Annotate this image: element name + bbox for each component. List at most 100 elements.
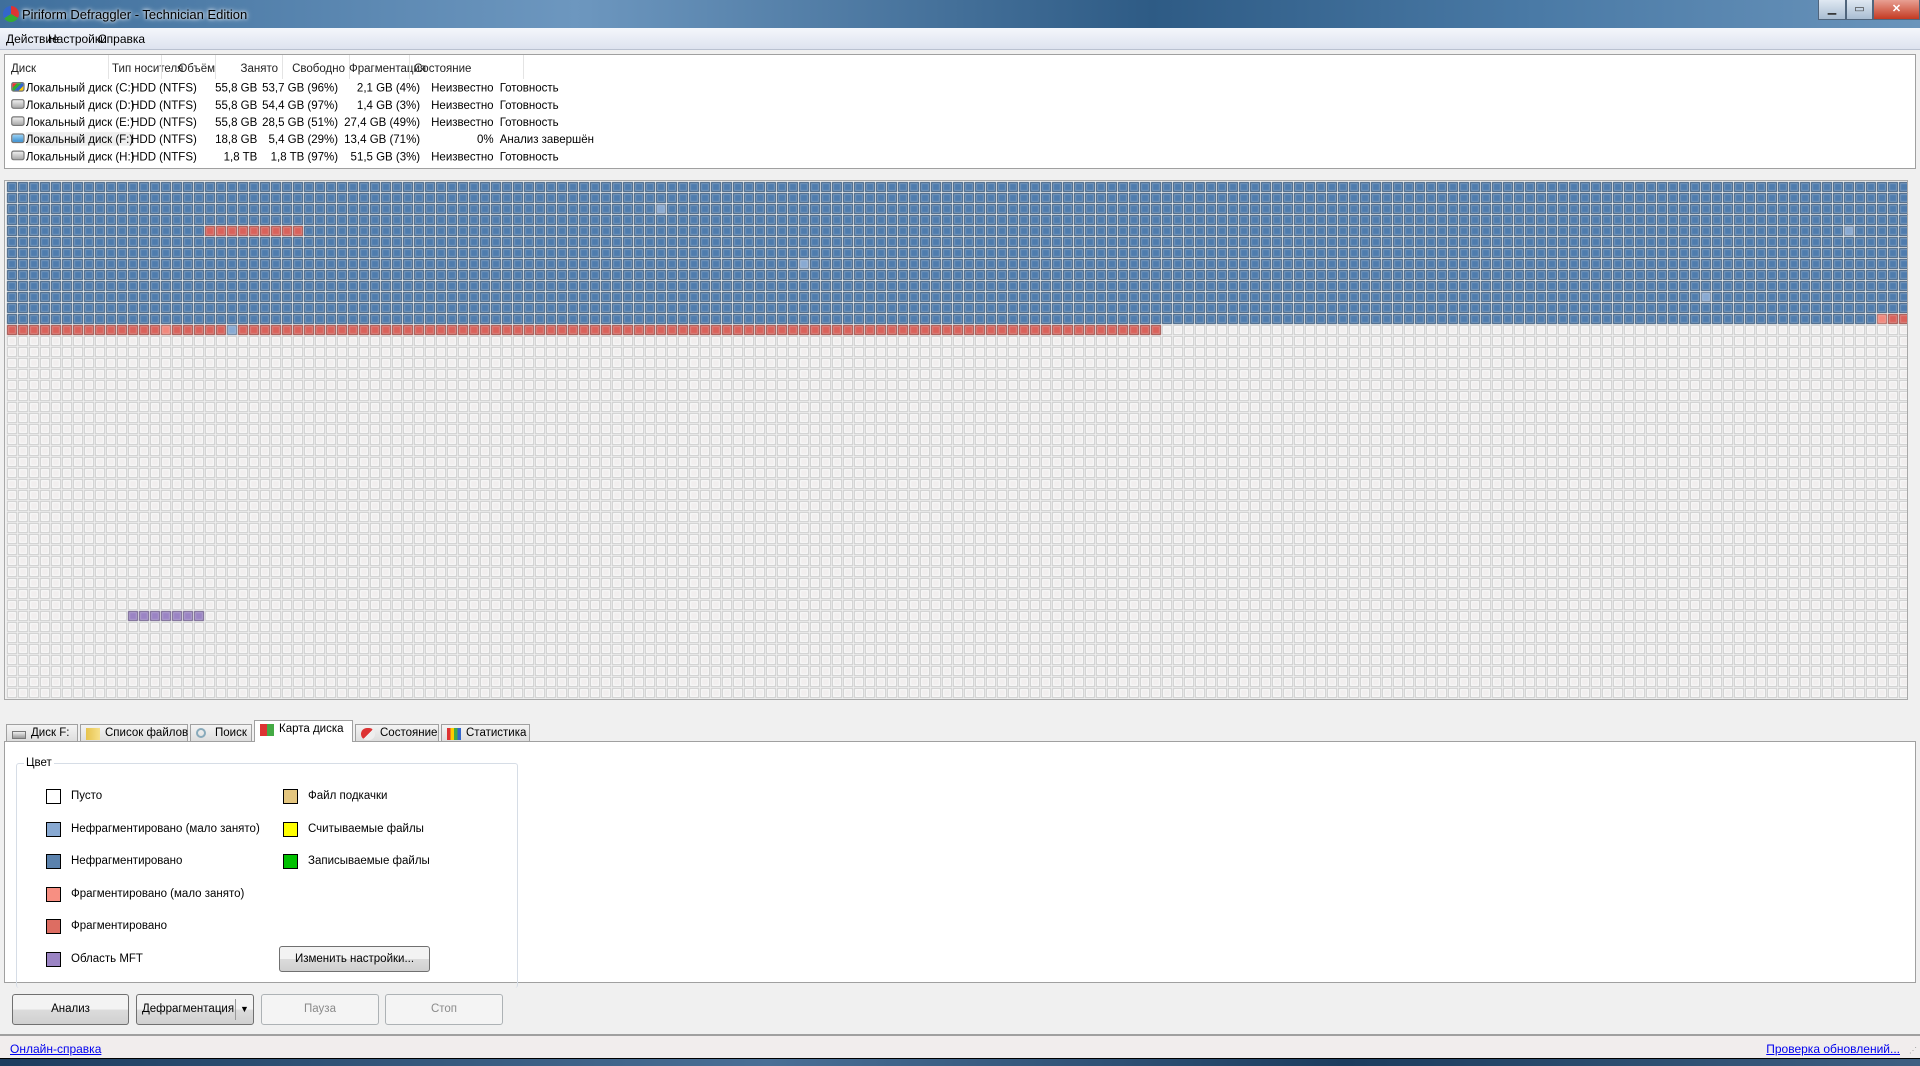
menu-bar: Действие Настройки Справка [0,28,1920,50]
analyze-button[interactable]: Анализ [12,994,129,1025]
legend-label: Область MFT [71,952,143,965]
maximize-button[interactable]: ▭ [1846,0,1873,20]
legend-label: Фрагментировано (мало занято) [71,887,245,900]
drive-type: HDD (NTFS) [131,131,197,146]
drive-name: Локальный диск (D:) [25,97,135,111]
tab-bar-chart[interactable]: Статистика [441,724,530,742]
change-settings-button[interactable]: Изменить настройки... [279,946,430,972]
chevron-down-icon[interactable]: ▼ [235,999,253,1020]
drive-free: 1,4 GB (3%) [356,97,421,111]
drive-type: HDD (NTFS) [131,114,197,128]
tab-label: Состояние [380,727,438,739]
drive-type: HDD (NTFS) [131,97,197,111]
window-title: Piriform Defraggler - Technician Edition [22,7,248,22]
legend-swatch [46,951,61,967]
defrag-label: Дефрагментация [142,1003,235,1015]
disk-map [4,180,1908,700]
tab-label: Поиск [215,727,247,739]
legend-label: Файл подкачки [308,790,388,802]
drive-used: 54,4 GB (97%) [262,97,339,111]
legend-label: Записываемые файлы [308,855,430,867]
drive-icon [11,115,25,126]
drive-fragmentation: Неизвестно [431,148,494,163]
disk-map-tab-panel: Цвет Пусто Нефрагментировано (мало занято… [4,741,1916,988]
drive-used: 53,7 GB (96%) [262,80,339,94]
drive-size: 18,8 GB [215,131,258,146]
drive-row[interactable]: Локальный диск (H:) HDD (NTFS) 1,8 TB 1,… [5,148,948,169]
taskbar [0,1058,1920,1066]
pill-icon [361,728,375,740]
col-disk[interactable]: Диск [11,63,36,75]
drive-free: 13,4 GB (71%) [344,131,421,146]
drive-fragmentation: Неизвестно [431,114,494,128]
drive-free: 51,5 GB (3%) [350,148,421,163]
check-updates-link[interactable]: Проверка обновлений... [1766,1042,1900,1056]
drive-size: 55,8 GB [215,114,258,128]
drive-name: Локальный диск (H:) [25,148,135,163]
drive-icon [12,731,26,739]
drive-type: HDD (NTFS) [131,80,197,94]
drive-size: 55,8 GB [215,80,258,94]
tab-label: Список файлов [105,727,189,739]
drive-status: Анализ завершён [499,131,594,146]
legend-swatch [283,854,298,869]
legend-swatch [46,821,61,837]
legend-swatch [283,821,298,837]
tab-blocks[interactable]: Карта диска [254,720,353,742]
drive-type: HDD (NTFS) [131,148,197,163]
blocks-icon [260,724,274,736]
col-free[interactable]: Свободно [285,63,345,75]
drive-used: 5,4 GB (29%) [268,131,339,146]
drive-free: 2,1 GB (4%) [356,80,421,94]
drive-size: 1,8 TB [223,148,258,163]
drive-name: Локальный диск (C:) [25,80,135,94]
drive-icon [11,132,25,143]
defrag-button[interactable]: Дефрагментация ▼ [136,994,254,1025]
col-fragmentation[interactable]: Фрагментация [349,63,426,75]
legend-label: Считываемые файлы [308,822,424,835]
tab-label: Статистика [466,727,527,739]
pause-button[interactable]: Пауза [261,994,379,1025]
legend-swatch [46,789,61,804]
drive-size: 55,8 GB [215,97,258,111]
bar-chart-icon [447,728,461,740]
drive-used: 1,8 TB (97%) [270,148,339,163]
drive-status: Готовность [499,80,559,94]
resize-grip-icon[interactable]: ⋰ [1909,1046,1917,1055]
minimize-button[interactable]: ▁ [1818,0,1846,20]
online-help-link[interactable]: Онлайн-справка [10,1042,101,1056]
drive-status: Готовность [499,97,559,111]
drive-status: Готовность [499,148,559,163]
system-drive-icon [11,81,25,92]
legend-label: Нефрагментировано [71,855,183,867]
tab-search[interactable]: Поиск [190,724,252,742]
drive-list: Диск Тип носителя Объём Занято Свободно … [4,54,1916,169]
tab-drive[interactable]: Диск F: [6,724,78,742]
status-bar: Онлайн-справка Проверка обновлений... ⋰ [0,1034,1920,1058]
drive-fragmentation: Неизвестно [431,80,494,94]
legend-swatch [46,886,61,902]
drive-name: Локальный диск (E:) [25,114,134,128]
col-status[interactable]: Состояние [414,63,471,75]
title-bar: Piriform Defraggler - Technician Edition… [0,0,1920,28]
drive-used: 28,5 GB (51%) [262,114,339,128]
legend-swatch [46,854,61,869]
tab-label: Карта диска [279,723,344,735]
search-icon [196,728,206,738]
legend-label: Фрагментировано [71,920,167,932]
drive-icon [11,150,25,160]
drive-free: 27,4 GB (49%) [344,114,421,128]
legend-swatch [46,919,61,934]
menu-help[interactable]: Справка [98,32,145,46]
drive-icon [11,98,25,109]
col-size[interactable]: Объём [165,63,215,75]
legend-label: Пусто [71,790,103,802]
tab-folder[interactable]: Список файлов [80,724,188,742]
legend-swatch [283,789,298,804]
col-used[interactable]: Занято [215,63,278,75]
app-icon [3,6,19,22]
stop-button[interactable]: Стоп [385,994,503,1025]
close-button[interactable]: ✕ [1873,0,1920,20]
tab-label: Диск F: [31,727,70,739]
tab-pill[interactable]: Состояние [355,724,439,742]
